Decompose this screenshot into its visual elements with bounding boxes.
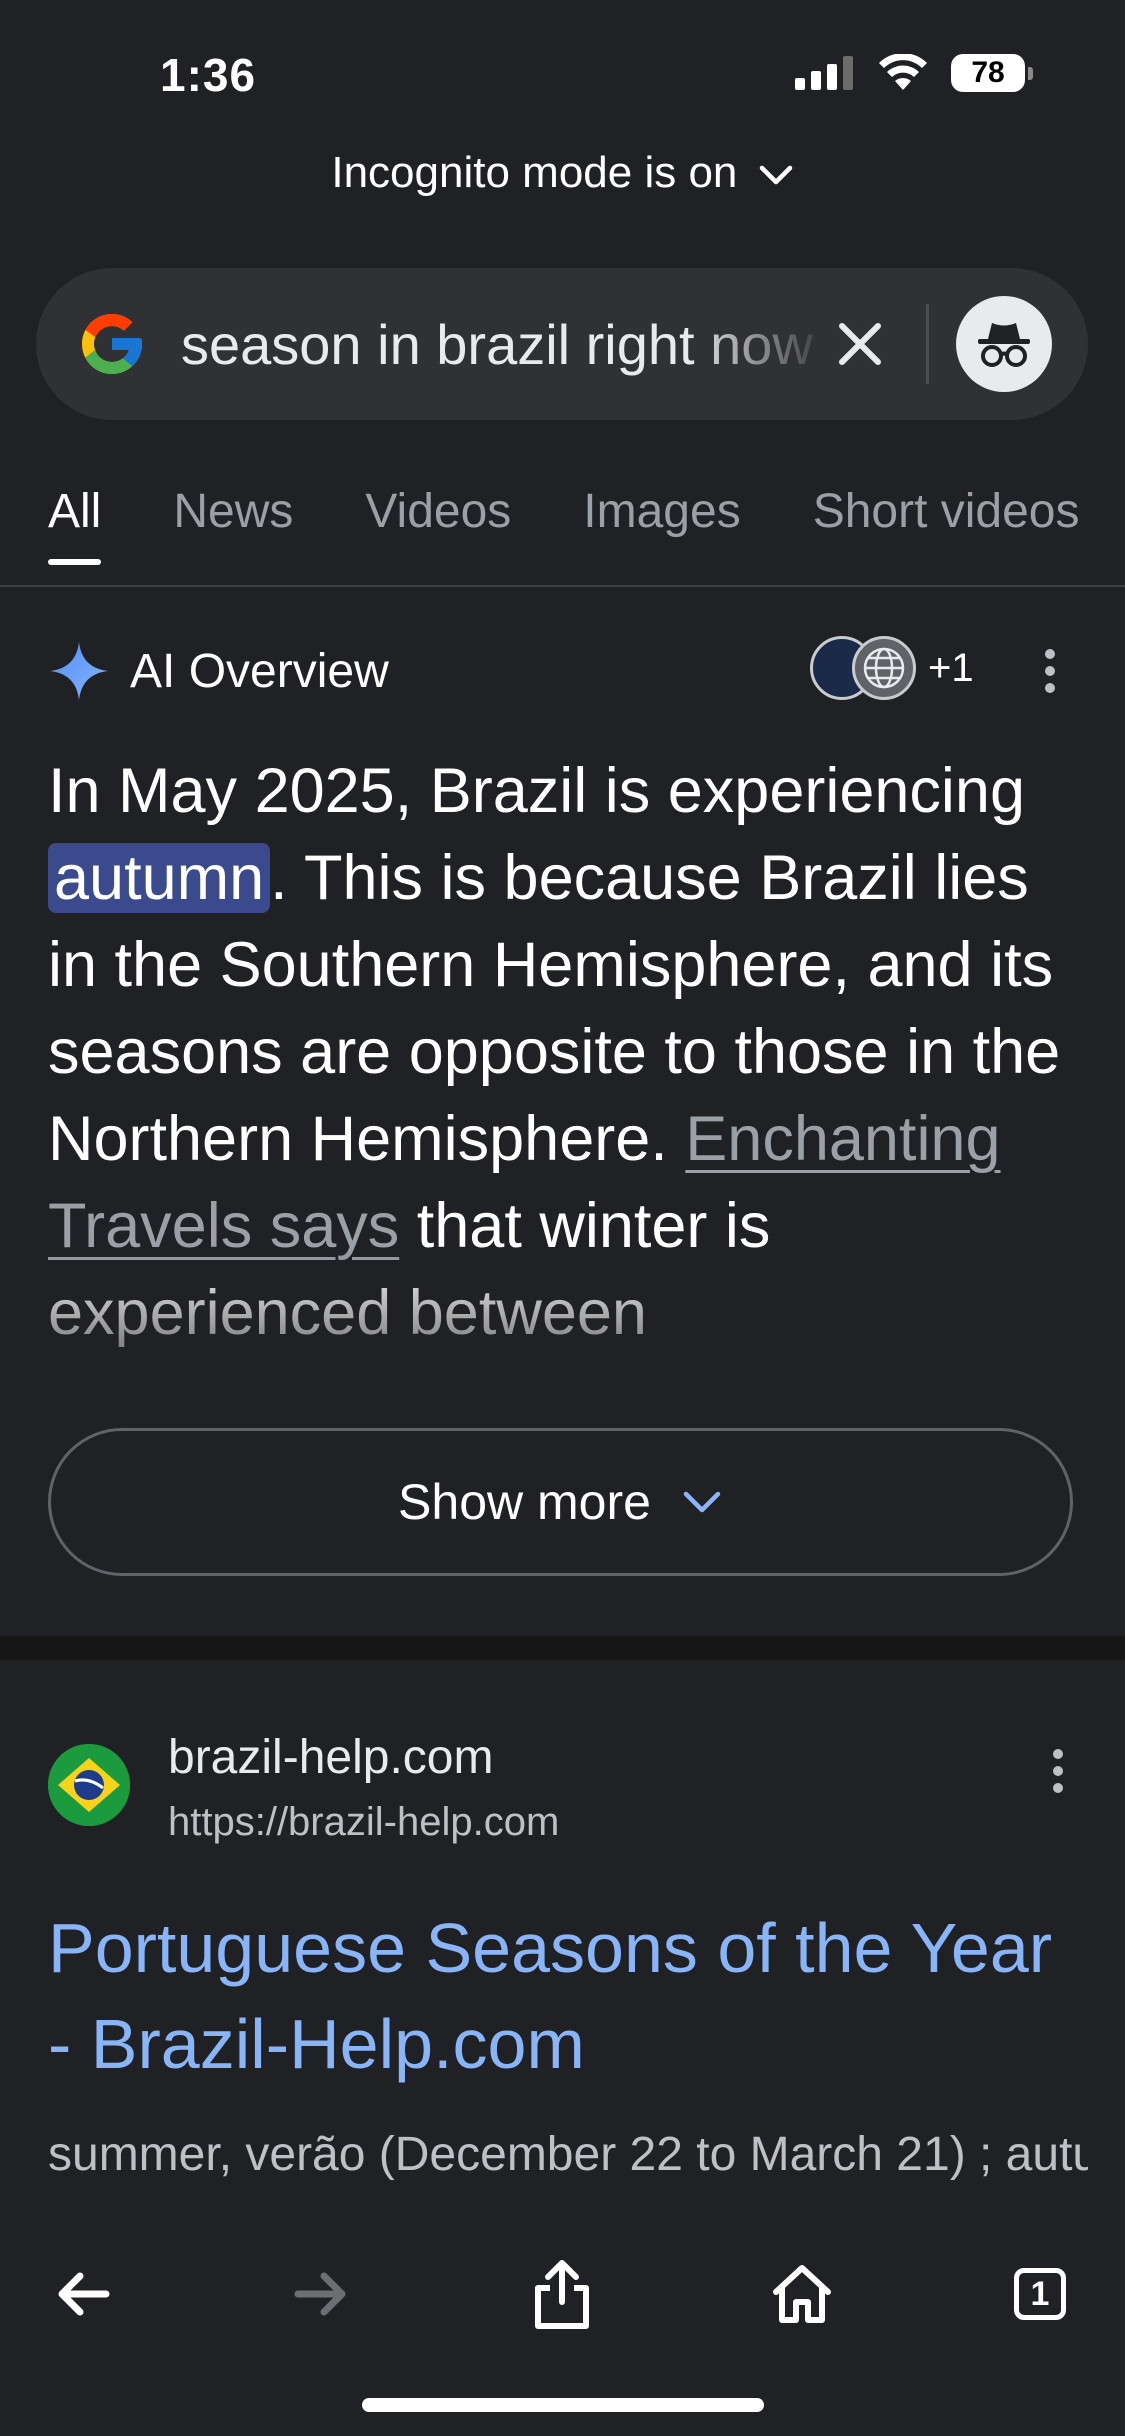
brazil-flag-favicon[interactable] [48, 1744, 130, 1826]
more-vert-icon [1053, 1749, 1063, 1793]
home-button[interactable] [762, 2254, 842, 2334]
back-arrow-icon [58, 2272, 110, 2316]
wifi-icon [879, 54, 927, 90]
status-time: 1:36 [160, 49, 257, 101]
show-more-label: Show more [398, 1474, 651, 1530]
ai-sources[interactable]: +1 [810, 636, 974, 700]
result-more-button[interactable] [1048, 1748, 1068, 1799]
section-divider [0, 1636, 1125, 1660]
globe-icon [863, 647, 905, 689]
status-icons: 78 [795, 54, 1033, 92]
tab-short-videos[interactable]: Short videos [813, 484, 1080, 565]
ai-highlight[interactable]: autumn [48, 843, 271, 913]
share-icon [535, 2260, 589, 2329]
result-title-link[interactable]: Portuguese Seasons of the Year - Brazil-… [48, 1900, 1088, 2092]
clear-search-button[interactable] [826, 310, 894, 378]
tab-images[interactable]: Images [583, 484, 740, 565]
source-favicon-globe [852, 636, 916, 700]
home-indicator [362, 2398, 764, 2412]
close-icon [839, 323, 881, 365]
tab-count-badge: 1 [1014, 2268, 1066, 2320]
incognito-profile-button[interactable] [956, 296, 1052, 392]
tab-all[interactable]: All [48, 484, 102, 565]
brazil-flag-icon [48, 1744, 130, 1826]
more-vert-icon [1045, 649, 1055, 693]
result-snippet: summer, verão (December 22 to March 21) … [48, 2128, 1088, 2181]
search-input[interactable]: season in brazil right now [181, 312, 831, 377]
sources-more-count: +1 [928, 645, 974, 690]
ai-overview-header: AI Overview [48, 640, 389, 702]
ai-overview-title: AI Overview [130, 644, 389, 698]
show-more-button[interactable]: Show more [48, 1428, 1073, 1576]
tabs-divider [0, 585, 1125, 587]
sparkle-icon [50, 642, 108, 700]
search-bar[interactable]: season in brazil right now [36, 268, 1088, 420]
ai-text-intro: In May 2025, Brazil is experiencing [48, 756, 1025, 826]
forward-button[interactable] [282, 2254, 362, 2334]
forward-arrow-icon [294, 2272, 346, 2316]
ai-overview-text: In May 2025, Brazil is experiencing autu… [48, 748, 1088, 1424]
tab-videos[interactable]: Videos [365, 484, 511, 565]
google-logo-icon [82, 314, 142, 374]
incognito-label: Incognito mode is on [331, 148, 738, 197]
incognito-banner[interactable]: Incognito mode is on [0, 148, 1125, 198]
incognito-icon [978, 323, 1030, 367]
tab-switcher-button[interactable]: 1 [1000, 2254, 1080, 2334]
battery-indicator: 78 [951, 54, 1033, 92]
chevron-down-icon [683, 1491, 721, 1513]
bottom-toolbar: 1 [0, 2220, 1125, 2436]
chevron-down-icon [759, 166, 792, 185]
result-site-name[interactable]: brazil-help.com [168, 1730, 493, 1785]
back-button[interactable] [42, 2254, 122, 2334]
home-icon [773, 2265, 831, 2323]
ai-overview-more-button[interactable] [1040, 648, 1060, 699]
result-url[interactable]: https://brazil-help.com [168, 1800, 559, 1845]
search-tabs: All News Videos Images Short videos [48, 484, 1080, 565]
search-separator [926, 304, 929, 384]
tab-news[interactable]: News [173, 484, 293, 565]
cellular-signal-icon [795, 56, 853, 90]
share-button[interactable] [522, 2254, 602, 2334]
